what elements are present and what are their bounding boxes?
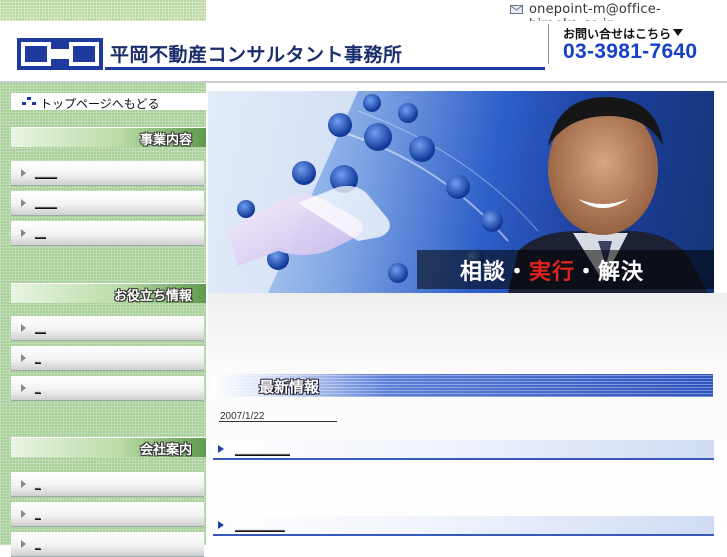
- slogan-part-1: 相談・: [460, 259, 530, 285]
- news-date-underline: [219, 421, 337, 422]
- sidebar-item-info-2[interactable]: _: [11, 346, 204, 371]
- section-header-useful-info: お役立ち情報: [11, 283, 206, 304]
- news-item-1[interactable]: __________: [213, 440, 714, 460]
- news-title: 最新情報: [259, 378, 320, 396]
- arrow-right-icon: [218, 521, 224, 529]
- arrow-right-icon: [21, 324, 26, 332]
- sidebar-item-info-1[interactable]: __: [11, 316, 204, 341]
- arrow-right-icon: [21, 229, 26, 237]
- company-underline: [105, 67, 545, 70]
- sidebar-item-business-2[interactable]: ____: [11, 191, 204, 216]
- company-name: 平岡不動産コンサルタント事務所: [110, 44, 403, 66]
- sidebar-item-business-3[interactable]: __: [11, 221, 204, 246]
- sidebar-item-company-2[interactable]: _: [11, 502, 204, 527]
- sidebar-item-business-1[interactable]: ____: [11, 161, 204, 186]
- home-icon: [22, 97, 36, 105]
- section-title: 事業内容: [139, 133, 192, 148]
- news-item-2[interactable]: _________: [213, 516, 714, 536]
- section-title: 会社案内: [139, 443, 192, 458]
- arrow-right-icon: [218, 445, 224, 453]
- menu-item-label[interactable]: _: [35, 350, 41, 364]
- top-strip-pattern: [0, 0, 206, 21]
- phone-number[interactable]: 03-3981-7640: [563, 40, 697, 64]
- section-title: お役立ち情報: [113, 289, 192, 304]
- company-logo[interactable]: [17, 38, 103, 70]
- news-item-label[interactable]: _________: [235, 519, 285, 532]
- arrow-right-icon: [21, 199, 26, 207]
- slogan: 相談・実行・解決: [460, 254, 644, 286]
- arrow-right-icon: [21, 384, 26, 392]
- mail-icon: [510, 5, 523, 14]
- arrow-right-icon: [21, 169, 26, 177]
- slogan-part-2: 実行: [529, 259, 576, 285]
- menu-item-label[interactable]: _: [35, 476, 41, 490]
- header-divider: [548, 24, 549, 64]
- sidebar-item-info-3[interactable]: _: [11, 376, 204, 401]
- menu-item-label[interactable]: ____: [35, 195, 57, 209]
- down-triangle-icon: [673, 29, 683, 36]
- section-header-company: 会社案内: [11, 437, 206, 458]
- news-item-label[interactable]: __________: [235, 443, 290, 456]
- menu-item-label[interactable]: _: [35, 536, 41, 550]
- menu-item-label[interactable]: ____: [35, 165, 57, 179]
- main-content: [208, 293, 727, 545]
- menu-item-label[interactable]: _: [35, 380, 41, 394]
- slogan-part-3: ・解決: [575, 259, 645, 285]
- home-link-label[interactable]: トップページへもどる: [40, 95, 160, 112]
- arrow-right-icon: [21, 480, 26, 488]
- menu-item-label[interactable]: _: [35, 506, 41, 520]
- arrow-right-icon: [21, 540, 26, 548]
- arrow-right-icon: [21, 510, 26, 518]
- menu-item-label[interactable]: __: [35, 225, 46, 239]
- section-header-business: 事業内容: [11, 127, 206, 148]
- sidebar-item-company-1[interactable]: _: [11, 472, 204, 497]
- menu-item-label[interactable]: __: [35, 320, 46, 334]
- arrow-right-icon: [21, 354, 26, 362]
